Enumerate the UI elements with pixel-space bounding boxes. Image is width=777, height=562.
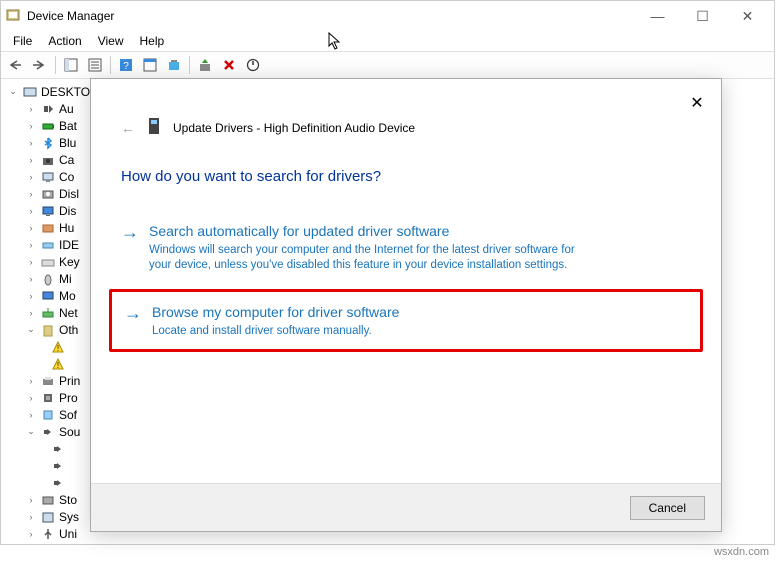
network-icon <box>40 305 56 320</box>
arrow-right-icon: → <box>121 222 139 242</box>
processor-icon <box>40 390 56 405</box>
sound-icon <box>40 424 56 439</box>
update-button[interactable] <box>194 54 216 76</box>
window-title: Device Manager <box>27 9 635 23</box>
toolbar: ? <box>1 51 774 79</box>
dialog-header: ← Update Drivers - High Definition Audio… <box>91 79 721 138</box>
option-title: Search automatically for updated driver … <box>149 221 691 241</box>
titlebar: Device Manager — ☐ ✕ <box>1 1 774 31</box>
dialog-back-button[interactable]: ← <box>121 120 135 136</box>
scan-button[interactable] <box>163 54 185 76</box>
menu-action[interactable]: Action <box>40 34 89 48</box>
option-browse-computer[interactable]: → Browse my computer for driver software… <box>109 289 703 352</box>
battery-icon <box>40 118 56 133</box>
minimize-button[interactable]: — <box>635 2 680 30</box>
other-icon <box>40 322 56 337</box>
audio-icon <box>40 101 56 116</box>
option-desc: Locate and install driver software manua… <box>152 324 582 339</box>
option-desc: Windows will search your computer and th… <box>149 243 579 273</box>
watermark: wsxdn.com <box>714 546 769 558</box>
device-icon <box>147 117 161 138</box>
hid-icon <box>40 220 56 235</box>
disable-button[interactable] <box>242 54 264 76</box>
help-button[interactable]: ? <box>115 54 137 76</box>
menu-file[interactable]: File <box>5 34 40 48</box>
maximize-button[interactable]: ☐ <box>680 2 725 30</box>
computer-icon <box>22 84 38 99</box>
sound-icon <box>50 475 66 490</box>
bluetooth-icon <box>40 135 56 150</box>
printer-icon <box>40 373 56 388</box>
forward-button[interactable] <box>29 54 51 76</box>
display-icon <box>40 203 56 218</box>
warning-icon: ! <box>50 356 66 371</box>
disk-icon <box>40 186 56 201</box>
monitor-icon <box>40 288 56 303</box>
software-icon <box>40 407 56 422</box>
option-title: Browse my computer for driver software <box>152 302 688 322</box>
menu-view[interactable]: View <box>90 34 132 48</box>
menu-help[interactable]: Help <box>132 34 173 48</box>
svg-text:!: ! <box>57 344 59 353</box>
properties-button[interactable] <box>84 54 106 76</box>
dialog-heading: How do you want to search for drivers? <box>91 138 721 205</box>
show-hide-button[interactable] <box>60 54 82 76</box>
view-button[interactable] <box>139 54 161 76</box>
arrow-right-icon: → <box>124 303 142 323</box>
uninstall-button[interactable] <box>218 54 240 76</box>
storage-icon <box>40 492 56 507</box>
computer-icon <box>40 169 56 184</box>
svg-text:!: ! <box>57 361 59 370</box>
keyboard-icon <box>40 254 56 269</box>
sound-icon <box>50 458 66 473</box>
app-icon <box>5 8 21 24</box>
close-button[interactable]: ✕ <box>725 2 770 30</box>
system-icon <box>40 509 56 524</box>
warning-icon: ! <box>50 339 66 354</box>
mouse-icon <box>40 271 56 286</box>
dialog-footer: Cancel <box>91 483 721 531</box>
back-button[interactable] <box>5 54 27 76</box>
option-search-auto[interactable]: → Search automatically for updated drive… <box>109 211 703 283</box>
cancel-button[interactable]: Cancel <box>630 496 705 520</box>
menubar: File Action View Help <box>1 31 774 51</box>
dialog-title: Update Drivers - High Definition Audio D… <box>173 121 415 135</box>
camera-icon <box>40 152 56 167</box>
sound-icon <box>50 441 66 456</box>
usb-icon <box>40 526 56 541</box>
dialog-close-button[interactable]: ✕ <box>685 91 709 115</box>
svg-text:?: ? <box>123 61 129 72</box>
ide-icon <box>40 237 56 252</box>
update-drivers-dialog: ✕ ← Update Drivers - High Definition Aud… <box>90 78 722 532</box>
